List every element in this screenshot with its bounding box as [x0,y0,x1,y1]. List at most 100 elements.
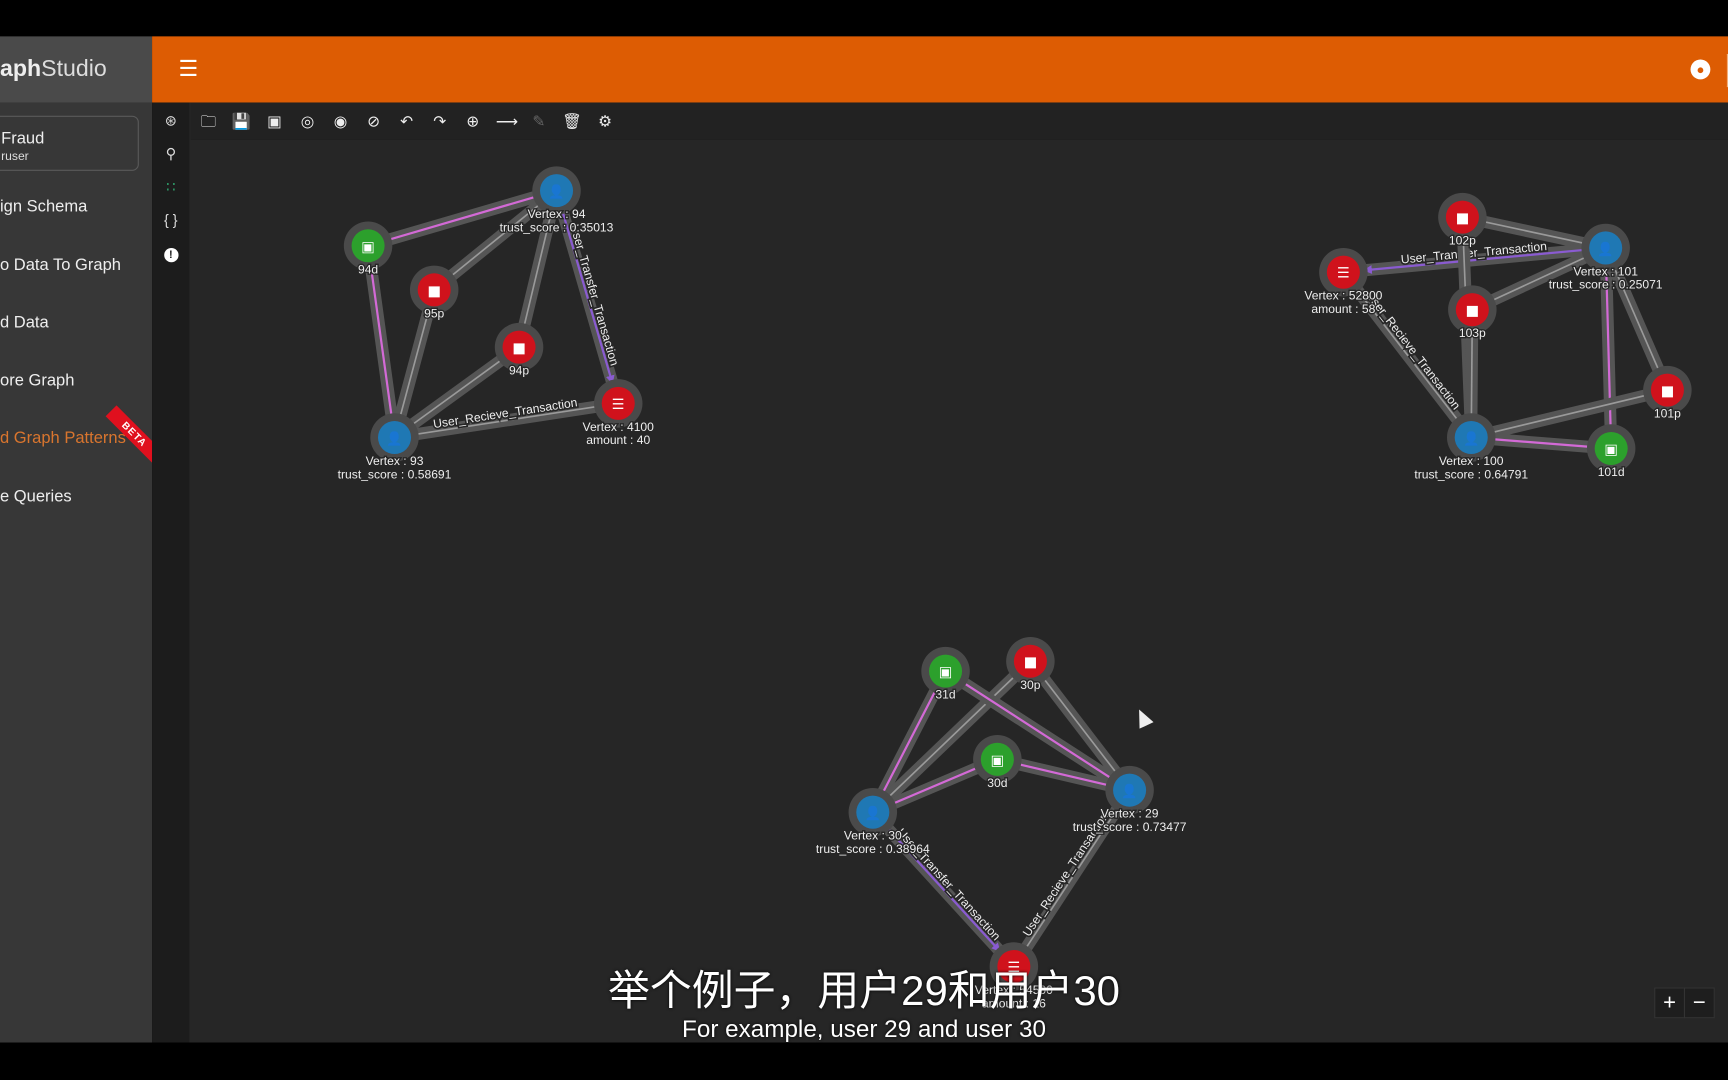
open-folder-icon[interactable]: 🗀 [198,111,218,131]
graph-canvas[interactable]: User_Recieve_Transaction User_Transfer_Tr… [190,139,1728,1043]
vertex-label: 30d [987,776,1007,790]
phone-icon: ■ [1661,384,1675,400]
device-icon: ▣ [939,665,953,681]
device-icon: ▣ [991,753,1005,769]
add-vertex-icon[interactable]: ⊕ [463,111,483,131]
account-circle-icon[interactable]: ● [1690,59,1711,80]
subtitle-english: For example, user 29 and user 30 [682,1014,1046,1043]
vertex-label: 94d [358,262,378,276]
vertex-label: 31d [935,688,955,702]
app-logo: aphStudio [0,36,153,103]
hamburger-icon[interactable]: ☰ [179,58,199,80]
locate-icon[interactable]: ◎ [298,111,318,131]
sidebar-item-design-schema[interactable]: ign Schema [0,197,87,216]
vertex-label: Vertex : 4100 [583,420,655,434]
phone-icon: ■ [1456,211,1470,227]
user-icon: 👤 [865,806,881,822]
graph-toolbar: 🗀 💾 ▣ ◎ ◉ ⊘ ↶ ↷ ⊕ ⟶ ✎ 🗑 ⚙ [190,102,1728,140]
device-icon: ▣ [1604,442,1618,458]
sidebar: Fraud ruser ign Schema o Data To Graph d… [0,102,153,1043]
vertex-label: Vertex : 100 [1439,454,1504,468]
redo-icon[interactable]: ↷ [430,111,450,131]
header-bar: ☰ ● [152,36,1728,103]
transaction-icon: ☰ [612,397,625,413]
vertex-label: Vertex : 29 [1101,807,1159,821]
sidebar-item-write-queries[interactable]: e Queries [0,487,72,506]
vertex-label: amount : 58 [1311,302,1375,316]
phone-icon: ■ [1466,303,1480,319]
app-window: aphStudio ☰ ● Fraud ruser ign Schema o D… [0,0,1728,1080]
add-edge-icon[interactable]: ⟶ [496,111,518,131]
schema-icon[interactable]: ⚲ [161,144,181,164]
vertex-label: Vertex : 52800 [1304,289,1382,303]
vertex-30d[interactable]: ▣ 30d [973,735,1022,791]
project-name: Fraud [1,128,45,148]
user-icon: 👤 [548,184,564,200]
vertex-101d[interactable]: ▣ 101d [1586,424,1636,480]
vertex-label: trust_score : 0.25071 [1549,278,1663,292]
edge-label: User_Transfer_Transaction [567,223,621,368]
vertex-label: trust_score : 0.38964 [816,842,930,856]
device-icon: ▣ [361,239,375,255]
vertex-102p[interactable]: ■ 102p [1438,192,1487,249]
delete-icon[interactable]: 🗑 [562,111,582,131]
vertex-95p[interactable]: ■ 95p [409,265,459,322]
phone-icon: ■ [512,341,526,357]
vertex-103p[interactable]: ■ 103p [1448,285,1497,342]
screenshot-icon[interactable]: ▣ [264,111,284,131]
vertex-label: 101d [1598,465,1625,479]
graph-pattern-icon[interactable]: ∷ [161,177,181,197]
settings-icon[interactable]: ⚙ [595,111,615,131]
vertex-94p[interactable]: ■ 94p [494,322,544,379]
vertex-101p[interactable]: ■ 101p [1643,365,1692,422]
vertex-label: 103p [1459,326,1486,340]
top-bar: aphStudio ☰ ● [0,36,1728,103]
save-icon[interactable]: 💾 [231,111,251,131]
logo-bold: aph [0,56,42,82]
vertex-label: 102p [1449,234,1476,248]
vertex-label: amount : 40 [586,433,650,447]
vertex-label: Vertex : 101 [1573,265,1638,279]
pattern-side-toolbar: ⊛ ⚲ ∷ { } ! [152,102,191,1043]
project-card[interactable]: Fraud ruser [0,115,139,171]
bottom-bar [0,1042,1728,1080]
user-icon: 👤 [1597,241,1613,257]
vertex-52800[interactable]: ☰ Vertex : 52800amount : 58 [1303,247,1384,317]
undo-icon[interactable]: ↶ [397,111,417,131]
subtitle-chinese: 举个例子，用户29和用户30 [608,968,1120,1015]
show-icon[interactable]: ◉ [331,111,351,131]
transaction-icon: ☰ [1337,266,1350,282]
vertex-label: trust_score : 0.35013 [500,220,614,234]
logo-light: Studio [41,56,107,82]
phone-icon: ■ [427,283,441,299]
alert-icon[interactable]: ! [161,244,181,264]
vertex-label: trust_score : 0.64791 [1414,467,1528,481]
sidebar-item-explore-graph[interactable]: ore Graph [0,371,74,390]
vertex-label: 94p [509,364,529,378]
vertex-label: 101p [1654,407,1681,421]
graph-svg[interactable]: User_Recieve_Transaction User_Transfer_Tr… [191,140,1728,1043]
vertex-label: trust_score : 0.73477 [1073,820,1187,834]
vertex-label: 30p [1020,678,1040,692]
hide-icon[interactable]: ⊘ [364,111,384,131]
project-user: ruser [1,149,29,164]
sidebar-item-map-data[interactable]: o Data To Graph [0,256,121,275]
vertices: 👤 Vertex : 94trust_score : 0.35013 ▣ 94d ■ 95… [336,166,1692,1012]
vertex-label: Vertex : 93 [366,454,424,468]
edge-line [1471,389,1668,439]
sidebar-item-build-graph-patterns[interactable]: d Graph Patterns [0,429,126,448]
phone-icon: ■ [1024,655,1038,671]
edge-100-101p[interactable] [1465,384,1674,444]
user-icon: 👤 [1463,431,1479,447]
edit-icon[interactable]: ✎ [529,111,549,131]
vertex-label: Vertex : 94 [528,207,586,221]
user-icon: 👤 [386,431,402,447]
json-icon[interactable]: { } [161,210,181,230]
vertex-label: Vertex : 30 [844,829,902,843]
vertex-label: trust_score : 0.58691 [338,467,452,481]
collapse-icon[interactable]: ⊛ [161,111,181,131]
vertex-94d[interactable]: ▣ 94d [343,221,393,278]
edge-label: User_Recieve_Transaction [1363,289,1463,413]
sidebar-item-load-data[interactable]: d Data [0,313,49,332]
vertex-label: 95p [424,306,444,320]
